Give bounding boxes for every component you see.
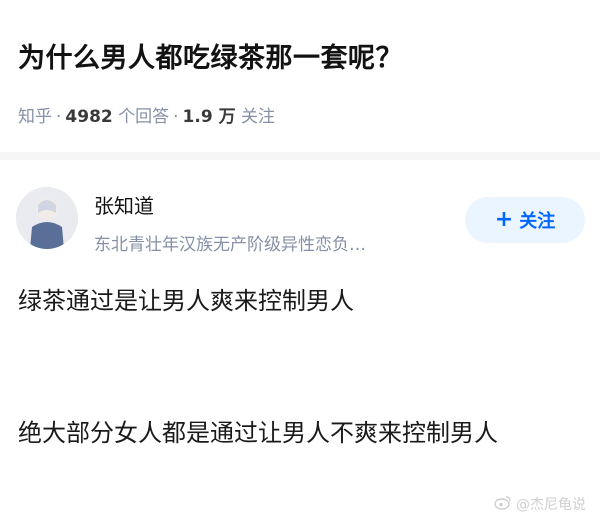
watermark: @杰尼龟说 (494, 494, 586, 514)
follower-count: 1.9 万 (182, 107, 236, 127)
question-header: 为什么男人都吃绿茶那一套呢？ 知乎 · 4982 个回答 · 1.9 万 关注 (0, 0, 600, 148)
avatar-image (16, 187, 78, 249)
author-name[interactable]: 张知道 (94, 190, 154, 219)
source-label: 知乎 (18, 107, 52, 127)
section-divider (0, 152, 600, 160)
watermark-text: @杰尼龟说 (516, 497, 586, 513)
question-title[interactable]: 为什么男人都吃绿茶那一套呢？ (18, 36, 403, 75)
avatar[interactable] (16, 187, 78, 249)
answer-paragraph: 绿茶通过是让男人爽来控制男人 (18, 287, 354, 315)
question-meta: 知乎 · 4982 个回答 · 1.9 万 关注 (18, 102, 275, 127)
follow-button[interactable]: + 关注 (465, 197, 585, 243)
answer-paragraph: 绝大部分女人都是通过让男人不爽来控制男人 (18, 419, 498, 447)
answer-count: 4982 (65, 107, 113, 127)
separator-dot: · (56, 107, 62, 127)
author-bio: 东北青壮年汉族无产阶级异性恋负… (94, 235, 366, 255)
follower-count-label: 关注 (241, 107, 275, 127)
weibo-icon (494, 495, 512, 514)
follow-button-label: 关注 (519, 211, 556, 232)
separator-dot: · (173, 107, 179, 127)
answer-count-label: 个回答 (118, 107, 170, 127)
plus-icon: + (494, 207, 514, 232)
